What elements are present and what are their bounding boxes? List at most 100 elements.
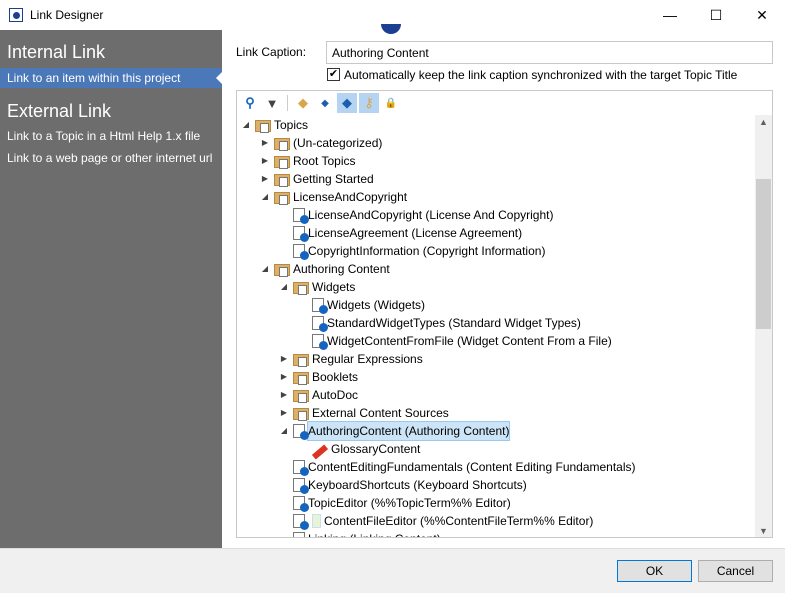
toolbar-separator bbox=[287, 95, 288, 111]
topic-icon bbox=[293, 244, 309, 260]
external-link-heading: External Link bbox=[7, 101, 112, 121]
collapsed-arrow-icon[interactable]: ▶ bbox=[260, 170, 270, 188]
tree-item[interactable]: ▶ Getting Started bbox=[260, 170, 374, 188]
key-icon[interactable]: ⚷ bbox=[359, 93, 379, 113]
tree-item-label: WidgetContentFromFile (Widget Content Fr… bbox=[327, 334, 612, 348]
tree-item[interactable]: ◢ AuthoringContent (Authoring Content) bbox=[279, 421, 511, 441]
tree-item-label: Booklets bbox=[312, 370, 359, 384]
collapsed-arrow-icon[interactable]: ▶ bbox=[279, 368, 289, 386]
folder-icon bbox=[293, 408, 309, 421]
tree-item[interactable]: LicenseAgreement (License Agreement) bbox=[279, 224, 522, 242]
scroll-thumb[interactable] bbox=[756, 179, 771, 329]
ok-button[interactable]: OK bbox=[617, 560, 692, 582]
tree-item-label: CopyrightInformation (Copyright Informat… bbox=[308, 244, 546, 258]
tree-item[interactable]: ▶ Regular Expressions bbox=[279, 350, 423, 368]
help-icon[interactable] bbox=[381, 24, 401, 34]
tree-item[interactable]: ContentFileEditor (%%ContentFileTerm%% E… bbox=[279, 512, 593, 530]
topic-types-icon[interactable]: ◆ bbox=[293, 93, 313, 113]
internal-link-heading: Internal Link bbox=[7, 42, 106, 62]
tree-item[interactable]: TopicEditor (%%TopicTerm%% Editor) bbox=[279, 494, 511, 512]
scroll-up-arrow[interactable]: ▲ bbox=[755, 117, 772, 127]
tree-item[interactable]: ◢ LicenseAndCopyright bbox=[260, 188, 407, 206]
diamond-icon[interactable]: ◆ bbox=[315, 93, 335, 113]
folder-icon bbox=[293, 354, 309, 367]
collapsed-arrow-icon[interactable]: ▶ bbox=[279, 350, 289, 368]
tree-item[interactable]: ▶ Root Topics bbox=[260, 152, 355, 170]
tree-scrollbar[interactable]: ▲ ▼ bbox=[755, 115, 772, 537]
tree-item[interactable]: Widgets (Widgets) bbox=[298, 296, 425, 314]
tree-item[interactable]: ▶ External Content Sources bbox=[279, 404, 449, 422]
close-button[interactable]: ✕ bbox=[739, 0, 785, 30]
topic-icon bbox=[293, 424, 309, 440]
tree-item-label: GlossaryContent bbox=[331, 442, 421, 456]
folder-icon bbox=[293, 282, 309, 295]
tree-rows: ◢ Topics ▶ (Un-categorized) ▶ Root Topics ▶ Get… bbox=[237, 115, 755, 537]
tree-item[interactable]: ◢ Authoring Content bbox=[260, 260, 390, 278]
expanded-arrow-icon[interactable]: ◢ bbox=[260, 188, 270, 206]
tree-item[interactable]: LicenseAndCopyright (License And Copyrig… bbox=[279, 206, 553, 224]
tree-item-label: TopicEditor (%%TopicTerm%% Editor) bbox=[308, 496, 511, 510]
filter-icon[interactable]: ▼ bbox=[262, 93, 282, 113]
sidebar-item-html-help[interactable]: Link to a Topic in a Html Help 1.x file bbox=[0, 126, 222, 146]
tree-item[interactable]: ◢ Topics bbox=[241, 116, 308, 134]
tree-item-label: Regular Expressions bbox=[312, 352, 423, 366]
sync-caption-label: Automatically keep the link caption sync… bbox=[344, 68, 738, 82]
folder-icon bbox=[274, 156, 290, 169]
link-caption-input[interactable] bbox=[326, 41, 773, 64]
tree-item-label: Widgets bbox=[312, 280, 356, 294]
folder-icon bbox=[274, 192, 290, 205]
glossary-icon bbox=[311, 444, 329, 459]
collapsed-arrow-icon[interactable]: ▶ bbox=[260, 134, 270, 152]
expanded-arrow-icon[interactable]: ◢ bbox=[241, 116, 251, 134]
tree-item[interactable]: ContentEditingFundamentals (Content Edit… bbox=[279, 458, 636, 476]
folder-icon bbox=[274, 174, 290, 187]
topic-icon bbox=[312, 298, 328, 314]
tree-item[interactable]: CopyrightInformation (Copyright Informat… bbox=[279, 242, 545, 260]
cancel-button[interactable]: Cancel bbox=[698, 560, 773, 582]
topic-icon bbox=[293, 208, 309, 224]
tree-item[interactable]: ▶ Booklets bbox=[279, 368, 358, 386]
tree-item-label: Linking (Linking Content) bbox=[308, 530, 441, 537]
tree-item[interactable]: GlossaryContent bbox=[298, 440, 421, 459]
topic-icon bbox=[293, 514, 309, 530]
collapsed-arrow-icon[interactable]: ▶ bbox=[260, 152, 270, 170]
tree-item[interactable]: ▶ AutoDoc bbox=[279, 386, 358, 404]
tree-item[interactable]: StandardWidgetTypes (Standard Widget Typ… bbox=[298, 314, 581, 332]
tree-item[interactable]: ◢ Widgets bbox=[279, 278, 355, 296]
folder-icon bbox=[274, 264, 290, 277]
expanded-arrow-icon[interactable]: ◢ bbox=[260, 260, 270, 278]
app-icon bbox=[9, 8, 23, 22]
topic-icon bbox=[293, 460, 309, 476]
tree-item-label: Widgets (Widgets) bbox=[327, 298, 426, 312]
dialog-footer: OK Cancel bbox=[0, 548, 785, 593]
collapsed-arrow-icon[interactable]: ▶ bbox=[279, 404, 289, 422]
topic-icon bbox=[293, 478, 309, 494]
tree-item-label: Topics bbox=[274, 118, 309, 132]
topic-icon bbox=[312, 316, 328, 332]
tree-item[interactable]: WidgetContentFromFile (Widget Content Fr… bbox=[298, 332, 612, 350]
tree-item-label: KeyboardShortcuts (Keyboard Shortcuts) bbox=[308, 478, 527, 492]
tree-item[interactable]: ▶ (Un-categorized) bbox=[260, 134, 382, 152]
search-icon[interactable]: ⚲ bbox=[240, 93, 260, 113]
maximize-button[interactable]: ☐ bbox=[693, 0, 739, 30]
collapsed-arrow-icon[interactable]: ▶ bbox=[279, 386, 289, 404]
tree-item-label: LicenseAndCopyright bbox=[293, 190, 408, 204]
scroll-down-arrow[interactable]: ▼ bbox=[755, 526, 772, 536]
expanded-arrow-icon[interactable]: ◢ bbox=[279, 278, 289, 296]
tree-item[interactable]: Linking (Linking Content) bbox=[279, 530, 441, 537]
sidebar-item-web-url[interactable]: Link to a web page or other internet url bbox=[0, 148, 222, 168]
tree-item-label: LicenseAndCopyright (License And Copyrig… bbox=[308, 208, 554, 222]
tree-item[interactable]: KeyboardShortcuts (Keyboard Shortcuts) bbox=[279, 476, 527, 494]
topic-icon bbox=[312, 334, 328, 350]
tree-item-label: Authoring Content bbox=[293, 262, 390, 276]
minimize-button[interactable]: — bbox=[647, 0, 693, 30]
keywords-icon[interactable]: ◆ bbox=[337, 93, 357, 113]
lock-icon[interactable]: 🔒 bbox=[381, 93, 401, 113]
sync-caption-checkbox[interactable]: ✔ bbox=[327, 68, 340, 81]
tree-item-label: StandardWidgetTypes (Standard Widget Typ… bbox=[327, 316, 581, 330]
tree-item-label: AuthoringContent (Authoring Content) bbox=[306, 421, 511, 441]
topic-tree: ⚲ ▼ ◆ ◆ ◆ ⚷ 🔒 ◢ Topics ▶ (Un-categorized) ▶ R… bbox=[236, 90, 773, 538]
folder-icon bbox=[274, 138, 290, 151]
sidebar-item-project-item[interactable]: Link to an item within this project bbox=[0, 68, 222, 88]
expanded-arrow-icon[interactable]: ◢ bbox=[279, 422, 289, 440]
